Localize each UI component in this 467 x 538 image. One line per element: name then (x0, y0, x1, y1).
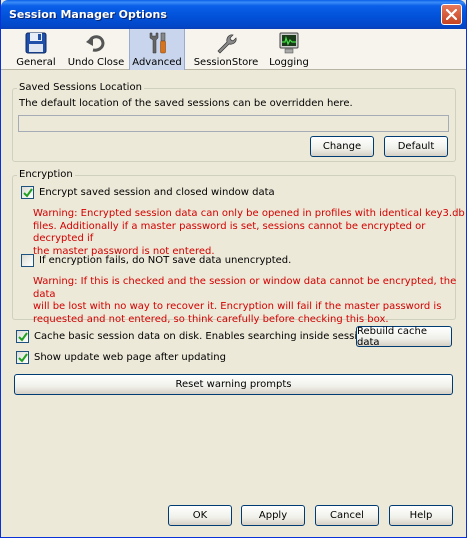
tools-icon (149, 32, 166, 54)
tab-general[interactable]: General (11, 29, 61, 70)
tab-advanced-label: Advanced (132, 57, 182, 68)
monitor-icon (279, 32, 299, 54)
tab-logging[interactable]: Logging (265, 29, 313, 70)
change-button-label: Change (322, 141, 362, 152)
no-save-unencrypted-label[interactable]: If encryption fails, do NOT save data un… (39, 255, 291, 266)
pane-toolbar: General Undo Close Advanced SessionStore (1, 29, 466, 70)
encrypt-label[interactable]: Encrypt saved session and closed window … (39, 187, 275, 198)
tab-advanced[interactable]: Advanced (129, 29, 185, 70)
ok-button[interactable]: OK (168, 505, 232, 526)
rebuild-cache-label: Rebuild cache data (357, 325, 428, 348)
checkmark-icon (23, 188, 33, 198)
checkmark-icon (18, 353, 28, 363)
undo-arrow-icon (86, 35, 105, 52)
help-button[interactable]: Help (389, 505, 453, 526)
warning-1-line: Warning: Encrypted session data can only… (33, 208, 465, 219)
reset-warning-prompts-button[interactable]: Reset warning prompts (14, 374, 453, 395)
default-button-label: Default (397, 141, 435, 152)
cache-checkbox[interactable] (16, 330, 29, 343)
warning-2-line: requested and not entered, so think care… (33, 313, 389, 325)
cache-label[interactable]: Cache basic session data on disk. Enable… (34, 331, 375, 342)
default-button[interactable]: Default (384, 136, 448, 157)
tab-undo-close[interactable]: Undo Close (65, 29, 127, 70)
floppy-disk-icon (25, 32, 47, 54)
encrypt-checkbox[interactable] (21, 186, 34, 199)
show-update-label[interactable]: Show update web page after updating (34, 352, 226, 363)
tab-sessionstore-label: SessionStore (193, 57, 259, 68)
tab-undo-close-label: Undo Close (67, 57, 125, 68)
checkmark-icon (18, 332, 28, 342)
encryption-warning-2: Warning: If this is checked and the sess… (33, 276, 466, 326)
options-dialog: Session Manager Options General Undo Clo… (0, 0, 467, 538)
window-title: Session Manager Options (9, 8, 167, 21)
encryption-warning-1: Warning: Encrypted session data can only… (33, 208, 466, 258)
warning-1-line: files. Additionally if a master password… (33, 220, 426, 245)
saved-sessions-description: The default location of the saved sessio… (19, 98, 353, 109)
wrench-icon (217, 34, 237, 54)
tab-sessionstore[interactable]: SessionStore (191, 29, 261, 70)
show-update-checkbox[interactable] (16, 351, 29, 364)
help-label: Help (409, 510, 433, 521)
warning-2-line: will be lost with no way to recover it. … (33, 301, 442, 312)
encryption-group-label: Encryption (17, 169, 75, 180)
warning-2-line: Warning: If this is checked and the sess… (33, 276, 457, 300)
tab-general-label: General (16, 57, 56, 68)
close-button[interactable] (441, 4, 462, 25)
close-icon (446, 9, 457, 20)
apply-button[interactable]: Apply (241, 505, 305, 526)
session-path-field[interactable] (18, 115, 449, 132)
ok-label: OK (192, 510, 208, 521)
title-bar[interactable]: Session Manager Options (1, 0, 466, 29)
apply-label: Apply (258, 510, 288, 521)
cancel-button[interactable]: Cancel (315, 505, 379, 526)
cancel-label: Cancel (330, 510, 364, 521)
tab-logging-label: Logging (269, 57, 309, 68)
no-save-unencrypted-checkbox[interactable] (21, 254, 34, 267)
change-button[interactable]: Change (310, 136, 374, 157)
reset-warning-prompts-label: Reset warning prompts (175, 379, 292, 390)
rebuild-cache-button[interactable]: Rebuild cache data (356, 325, 452, 348)
saved-sessions-group-label: Saved Sessions Location (17, 82, 144, 93)
